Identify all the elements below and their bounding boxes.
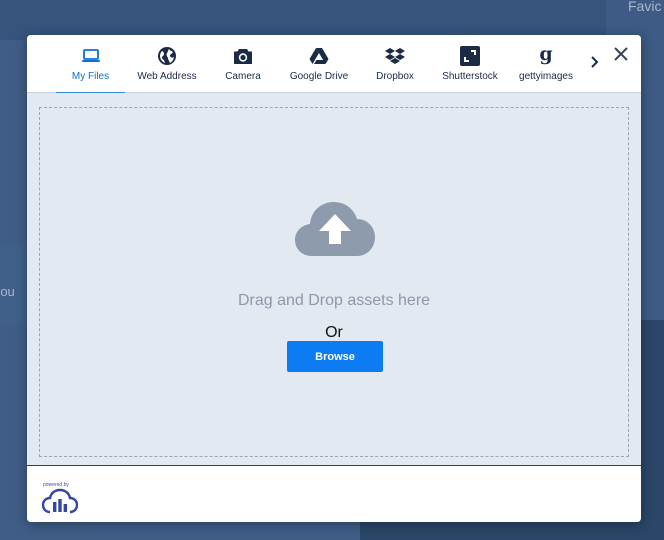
svg-text:g: g xyxy=(539,45,552,65)
modal-footer: powered by xyxy=(27,465,641,522)
tab-my-files[interactable]: My Files xyxy=(56,35,125,94)
tab-web-address[interactable]: Web Address xyxy=(134,35,200,93)
upload-modal: My Files Web Address Camera Google Drive… xyxy=(27,35,641,522)
drop-zone[interactable]: Drag and Drop assets here Or Browse xyxy=(39,107,629,457)
or-separator: Or xyxy=(325,324,343,341)
laptop-icon xyxy=(81,45,101,67)
tab-camera[interactable]: Camera xyxy=(220,35,266,93)
background-favicon-label: Favic xyxy=(628,0,662,14)
background-header xyxy=(0,0,664,40)
cloud-upload-icon xyxy=(294,198,376,258)
gettyimages-icon: g xyxy=(538,45,554,67)
source-tabs: My Files Web Address Camera Google Drive… xyxy=(27,35,641,94)
dropbox-icon xyxy=(385,45,405,67)
cloudinary-logo-icon[interactable] xyxy=(41,488,79,514)
tab-label: Shutterstock xyxy=(442,71,498,82)
scroll-tabs-right-button[interactable] xyxy=(587,53,603,75)
tab-label: Web Address xyxy=(137,71,197,82)
tab-dropbox[interactable]: Dropbox xyxy=(373,35,417,93)
shutterstock-icon xyxy=(460,45,480,67)
tab-label: My Files xyxy=(71,71,110,82)
tab-label: Camera xyxy=(225,71,261,82)
chevron-right-icon xyxy=(590,55,600,74)
tab-gettyimages[interactable]: g gettyimages xyxy=(517,35,575,93)
tab-google-drive[interactable]: Google Drive xyxy=(287,35,351,93)
drag-drop-hint: Drag and Drop assets here xyxy=(237,292,431,309)
background-left-label: rou xyxy=(0,284,15,299)
camera-icon xyxy=(233,45,253,67)
globe-icon xyxy=(157,45,177,67)
close-icon xyxy=(614,46,628,66)
tab-shutterstock[interactable]: Shutterstock xyxy=(439,35,501,93)
google-drive-icon xyxy=(309,45,329,67)
upload-content: Drag and Drop assets here Or Browse xyxy=(27,93,641,465)
tab-label: gettyimages xyxy=(519,71,573,82)
tab-label: Dropbox xyxy=(376,71,414,82)
close-button[interactable] xyxy=(611,45,631,67)
browse-button[interactable]: Browse xyxy=(287,341,383,372)
tab-label: Google Drive xyxy=(289,71,349,82)
